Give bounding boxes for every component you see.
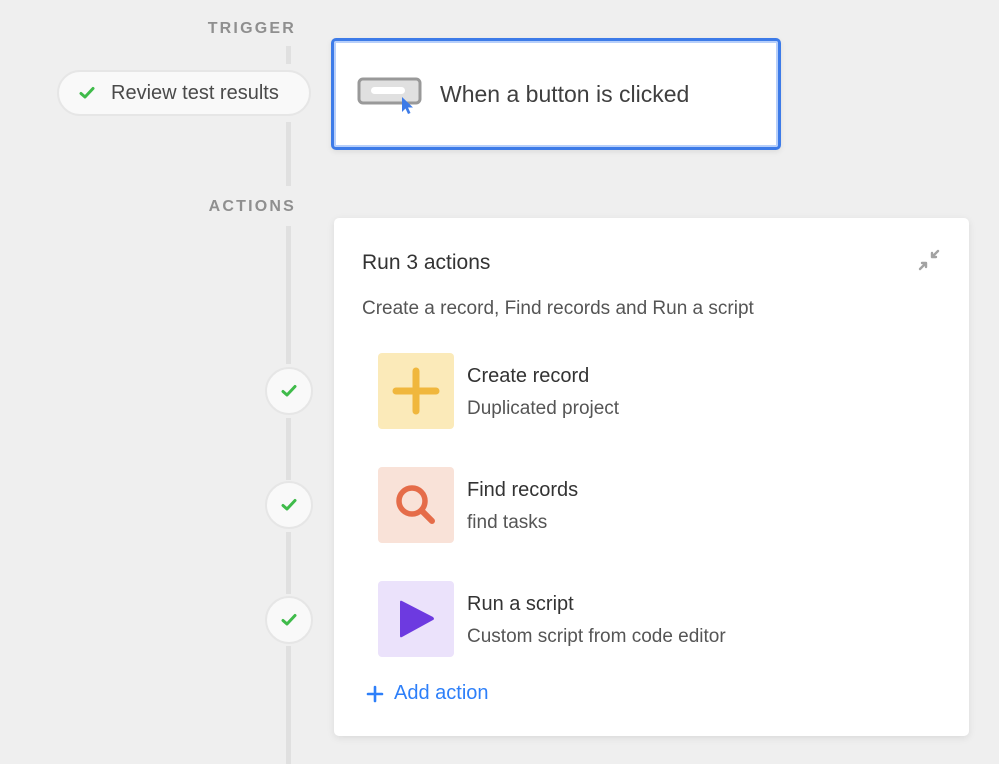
timeline-connector [286, 532, 291, 594]
add-action-label: Add action [394, 682, 489, 704]
step-status-create-record [265, 367, 313, 415]
check-icon [79, 87, 95, 99]
search-icon [396, 485, 435, 524]
play-icon [400, 600, 434, 638]
step-status-run-script [265, 596, 313, 644]
timeline-connector [286, 122, 291, 186]
action-item-run-script[interactable]: Run a script Custom script from code edi… [378, 581, 938, 659]
timeline-connector [286, 646, 291, 764]
trigger-card[interactable]: When a button is clicked [331, 38, 781, 150]
button-click-icon [357, 77, 422, 114]
check-icon [281, 385, 297, 397]
action-icon-tile [378, 581, 454, 657]
action-icon-tile [378, 467, 454, 543]
timeline-connector [286, 226, 291, 364]
check-icon [281, 614, 297, 626]
action-item-find-records[interactable]: Find records find tasks [378, 467, 938, 545]
action-description: find tasks [467, 512, 548, 533]
plus-icon [392, 367, 440, 415]
action-name: Run a script [467, 593, 574, 615]
action-name: Find records [467, 479, 579, 501]
action-item-create-record[interactable]: Create record Duplicated project [378, 353, 938, 431]
action-icon-tile [378, 353, 454, 429]
timeline-connector [286, 418, 291, 480]
check-icon [281, 499, 297, 511]
trigger-status-pill[interactable]: Review test results [57, 70, 311, 116]
actions-section-label: ACTIONS [208, 198, 296, 215]
action-description: Duplicated project [467, 398, 620, 419]
add-action-button[interactable]: Add action [366, 682, 489, 705]
actions-title: Run 3 actions [362, 251, 491, 274]
step-status-find-records [265, 481, 313, 529]
trigger-card-label: When a button is clicked [440, 80, 690, 107]
plus-icon [366, 685, 384, 702]
collapse-icon[interactable] [917, 248, 941, 272]
action-name: Create record [467, 365, 590, 387]
actions-card: Run 3 actions Create a record, Find reco… [334, 218, 969, 736]
action-description: Custom script from code editor [467, 626, 726, 647]
actions-subtitle: Create a record, Find records and Run a … [362, 298, 754, 319]
timeline-connector [286, 46, 291, 64]
trigger-run-label: Review test results [111, 81, 279, 104]
trigger-section-label: TRIGGER [207, 20, 296, 37]
